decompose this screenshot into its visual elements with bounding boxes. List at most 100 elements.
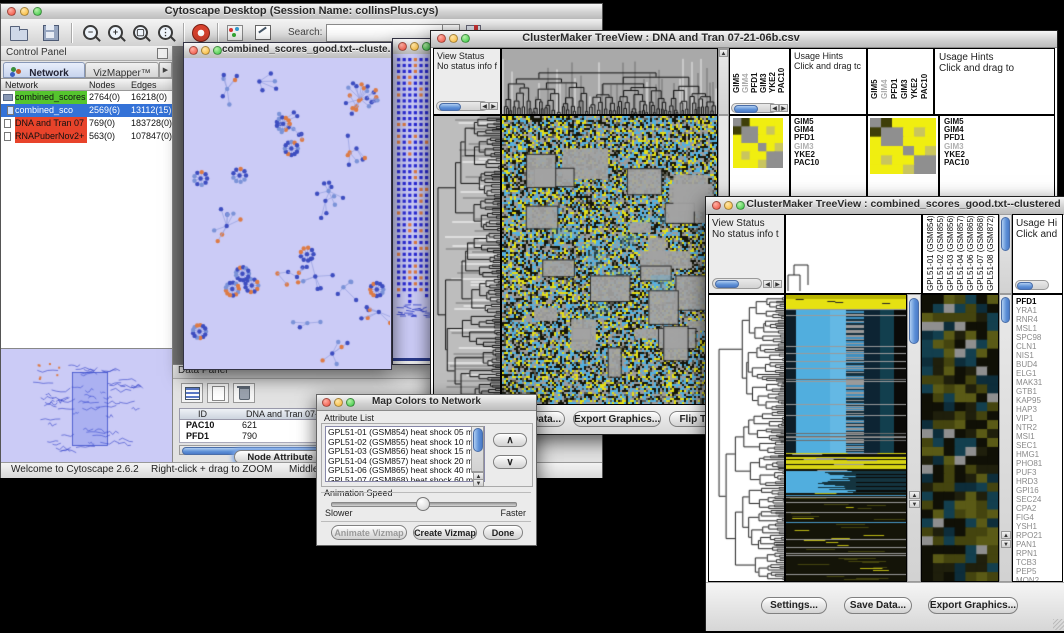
gene-label[interactable]: GPI16 [1016,486,1062,495]
gene-label[interactable]: PAN1 [1016,540,1062,549]
table-mode-icon[interactable] [181,383,203,403]
speed-slider-thumb[interactable] [416,497,430,511]
gene-label[interactable]: PUF3 [1016,468,1062,477]
array-label[interactable]: GIM5 [870,51,880,99]
settings-button[interactable]: Settings... [761,597,827,614]
dialog-titlebar[interactable]: Map Colors to Network [317,395,536,411]
scroll-left-icon[interactable]: ◀ [480,102,489,110]
tv2-column-dendrogram[interactable] [785,214,922,294]
array-label[interactable]: GPL51-03 (GSM856) [946,215,956,291]
tv2-labels-scroll-thumb[interactable] [1001,217,1010,251]
treeview1-titlebar[interactable]: ClusterMaker TreeView : DNA and Tran 07-… [431,31,1057,48]
gene-label[interactable]: HAP3 [1016,405,1062,414]
gene-label[interactable]: MSL1 [1016,324,1062,333]
attribute-vscrollbar[interactable] [471,426,484,472]
help-lifebuoy-icon[interactable] [191,23,211,43]
vizmapper-tool-icon[interactable] [225,23,245,43]
network-list-row[interactable]: RNAPuberNov2+563(0)107847(0) [1,130,172,143]
gene-label[interactable]: SEC1 [1016,441,1062,450]
scroll-up-icon[interactable]: ▲ [719,49,728,57]
network-view[interactable] [184,58,391,369]
scroll-down-icon[interactable]: ▼ [909,500,920,508]
scroll-right-icon[interactable]: ▶ [489,102,498,110]
create-vizmap-button[interactable]: Create Vizmap [413,525,477,540]
zoom-selected-button[interactable]: ⋮ [156,23,176,43]
array-label[interactable]: GPL51-01 (GSM854) [926,215,936,291]
move-down-button[interactable]: ∨ [493,455,527,469]
float-panel-icon[interactable] [157,48,168,59]
tab-vizmapper[interactable]: VizMapper™ [85,62,159,78]
tv2-zoom-heatmap[interactable] [921,294,999,582]
col-edges[interactable]: Edges [131,79,157,91]
gene-label[interactable]: FIG4 [1016,513,1062,522]
gene-label[interactable]: VIP1 [1016,414,1062,423]
array-label[interactable]: PFD1 [750,51,759,93]
tv2-labels-vscrollbar[interactable] [999,214,1012,294]
zoom-window-icon[interactable] [213,46,222,55]
birdseye-view[interactable] [1,348,172,463]
zoom-out-button[interactable]: − [81,23,101,43]
scroll-right-icon[interactable]: ▶ [779,104,788,112]
gene-label[interactable]: CPA2 [1016,504,1062,513]
export-graphics-button[interactable]: Export Graphics... [573,411,661,427]
close-icon[interactable] [398,42,407,51]
tv1-top-vscrollbar[interactable]: ▲ [718,48,729,115]
gene-label[interactable]: YSH1 [1016,522,1062,531]
tab-network[interactable]: Network [3,62,85,78]
gene-label[interactable]: TCB3 [1016,558,1062,567]
zoom-window-icon[interactable] [736,201,745,210]
tv1-column-dendrogram[interactable] [501,48,718,115]
tv2-row-dendrogram[interactable] [708,294,785,582]
array-label[interactable]: PAC10 [777,51,786,93]
minimize-icon[interactable] [201,46,210,55]
gene-label[interactable]: NTR2 [1016,423,1062,432]
attribute-listbox[interactable]: GPL51-01 (GSM854) heat shock 05 minGPL51… [325,426,485,482]
scroll-left-icon[interactable]: ◀ [770,104,779,112]
open-session-button[interactable] [9,23,29,43]
resize-grip[interactable] [1053,619,1064,630]
array-label[interactable]: YKE2 [768,51,777,93]
gene-label[interactable]: PHO81 [1016,459,1062,468]
gene-label[interactable]: PFD1 [1016,297,1062,306]
animate-vizmap-button[interactable]: Animate Vizmap [331,525,407,540]
col-nodes[interactable]: Nodes [89,79,115,91]
gene-label[interactable]: RPO21 [1016,531,1062,540]
array-label[interactable]: YKE2 [910,51,920,99]
gene-label[interactable]: NIS1 [1016,351,1062,360]
gene-label[interactable]: HRD3 [1016,477,1062,486]
attribute-item[interactable]: GPL51-07 (GSM868) heat shock 60 min [328,476,484,483]
scroll-up-icon[interactable]: ▲ [1001,531,1011,539]
network-list-row[interactable]: DNA and Tran 07769(0)183728(0) [1,117,172,130]
zoom-in-button[interactable]: + [106,23,126,43]
gene-label[interactable]: GTB1 [1016,387,1062,396]
tv2-global-heatmap[interactable] [785,294,907,582]
save-data-button[interactable]: Save Data... [844,597,912,614]
tv2-zoom-vscrollbar[interactable]: ▲ ▼ [999,294,1012,582]
scroll-left-icon[interactable]: ◀ [763,280,772,288]
network-window-titlebar[interactable]: combined_scores_good.txt--cluste... [184,43,391,59]
array-label[interactable]: GPL51-08 (GSM872) [986,215,996,291]
data-col-id[interactable]: ID [198,409,207,420]
array-label[interactable]: GPL51-04 (GSM857) [956,215,966,291]
network-list-row[interactable]: combined_scores2764(0)16218(0) [1,91,172,104]
gene-label[interactable]: HMG1 [1016,450,1062,459]
gene-label[interactable]: MSI1 [1016,432,1062,441]
close-icon[interactable] [189,46,198,55]
delete-attribute-trash-icon[interactable] [233,383,255,403]
scroll-right-icon[interactable]: ▶ [773,280,782,288]
minimize-icon[interactable] [410,42,419,51]
close-icon[interactable] [437,34,446,43]
more-tabs-button[interactable]: ▶ [159,62,172,78]
grid-network-view[interactable] [393,54,433,361]
array-label[interactable]: GPL51-06 (GSM865) [966,215,976,291]
gene-label[interactable]: SPC98 [1016,333,1062,342]
gene-label[interactable]: BUD4 [1016,360,1062,369]
array-label[interactable]: GIM5 [732,51,741,93]
gene-label[interactable]: KAP95 [1016,396,1062,405]
done-button[interactable]: Done [483,525,523,540]
gene-label[interactable]: CLN1 [1016,342,1062,351]
tv1-main-heatmap[interactable] [501,115,718,405]
gene-label[interactable]: MAK31 [1016,378,1062,387]
gene-label[interactable]: SEC24 [1016,495,1062,504]
array-label[interactable]: PAC10 [920,51,930,99]
